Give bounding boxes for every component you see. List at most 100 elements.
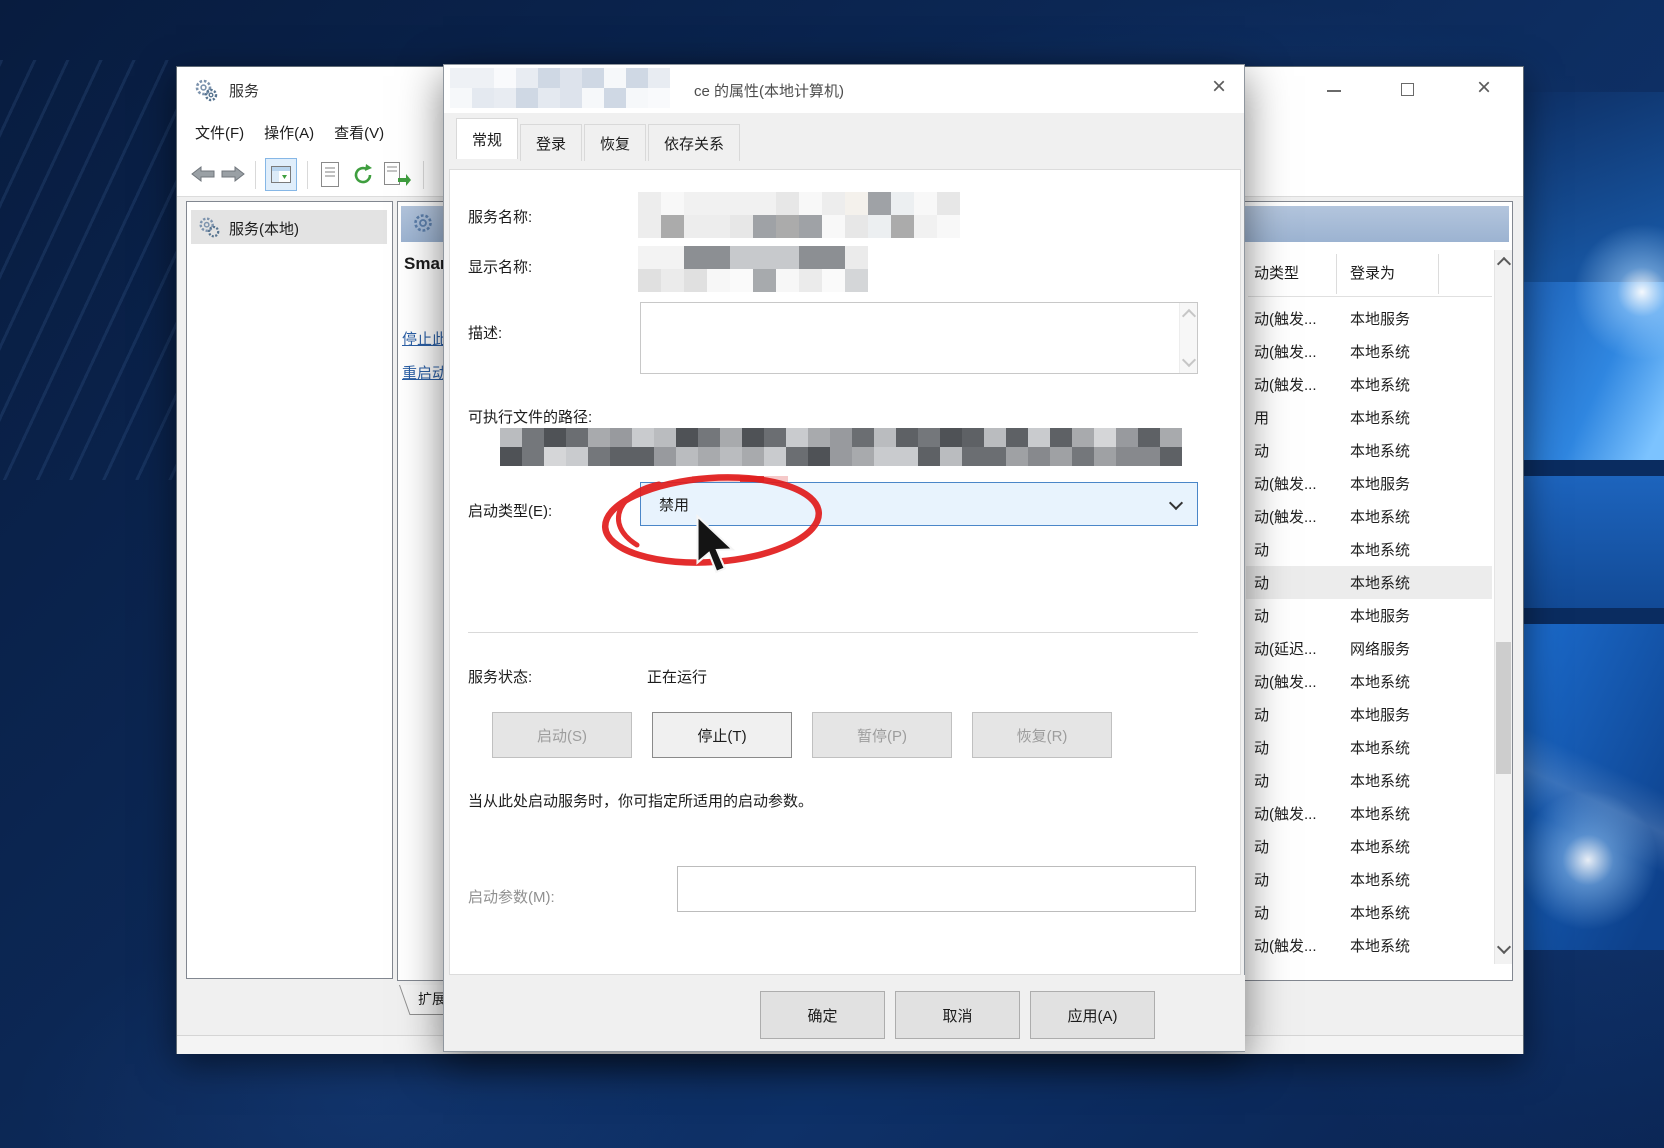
censored-pixel [940, 428, 962, 447]
dialog-close-button[interactable]: × [1194, 65, 1244, 113]
textarea-scrollbar[interactable] [1179, 303, 1197, 373]
censored-pixel [450, 68, 472, 88]
censored-pixel [776, 215, 799, 238]
properties-doc-icon[interactable] [319, 162, 341, 188]
service-button-1[interactable]: 停止(T) [652, 712, 792, 758]
censored-pixel [776, 246, 799, 269]
row-log-on-as: 本地服务 [1350, 704, 1410, 725]
dialog-tab-3[interactable]: 依存关系 [648, 124, 740, 161]
row-log-on-as: 本地系统 [1350, 671, 1410, 692]
dialog-titlebar[interactable]: ce 的属性(本地计算机) × [444, 65, 1244, 113]
minimize-button[interactable] [1299, 67, 1369, 113]
scroll-up-icon[interactable] [1182, 309, 1196, 323]
service-button-2[interactable]: 暂停(P) [812, 712, 952, 758]
menu-item-0[interactable]: 文件(F) [185, 113, 254, 152]
censored-pixel [516, 68, 538, 88]
scroll-down-icon[interactable] [1182, 353, 1196, 367]
forward-icon[interactable] [221, 165, 245, 183]
censored-pixel [776, 192, 799, 215]
column-header-startup-type[interactable]: 动类型 [1254, 262, 1299, 283]
censored-pixel [522, 447, 544, 466]
menu-item-1[interactable]: 操作(A) [254, 113, 324, 152]
row-log-on-as: 本地系统 [1350, 374, 1410, 395]
censored-pixel [1160, 447, 1182, 466]
row-startup-type: 动 [1254, 737, 1269, 758]
censored-pixel [500, 428, 522, 447]
scroll-up-icon[interactable] [1497, 257, 1511, 271]
row-startup-type: 动 [1254, 902, 1269, 923]
censored-pixel [1094, 428, 1116, 447]
list-scrollbar[interactable] [1494, 250, 1512, 964]
service-button-0[interactable]: 启动(S) [492, 712, 632, 758]
footer-button-0[interactable]: 确定 [760, 991, 885, 1039]
row-startup-type: 动(触发... [1254, 671, 1317, 692]
footer-button-2[interactable]: 应用(A) [1030, 991, 1155, 1039]
censored-pixel [822, 192, 845, 215]
censored-pixel [698, 428, 720, 447]
scroll-down-icon[interactable] [1497, 940, 1511, 954]
export-list-icon[interactable] [383, 162, 411, 188]
startup-params-input[interactable] [677, 866, 1196, 912]
console-tree-icon [271, 166, 291, 183]
scrollbar-thumb[interactable] [1496, 642, 1511, 774]
service-name-label: 服务名称: [468, 206, 532, 227]
tree-item-services-local[interactable]: 服务(本地) [191, 210, 387, 244]
column-separator[interactable] [1336, 254, 1337, 294]
censored-pixel [1050, 428, 1072, 447]
display-name-label: 显示名称: [468, 256, 532, 277]
glass-gap-1 [1524, 460, 1664, 476]
startup-params-hint: 当从此处启动服务时，你可指定所适用的启动参数。 [468, 790, 813, 811]
menu-item-2[interactable]: 查看(V) [324, 113, 394, 152]
toolbar-separator [307, 161, 308, 189]
glass-gap-2 [1524, 608, 1664, 624]
show-console-tree-button[interactable] [265, 158, 297, 191]
censored-pixel [1116, 447, 1138, 466]
section-separator [468, 632, 1198, 633]
censored-pixel [874, 447, 896, 466]
censored-pixel [742, 428, 764, 447]
screenshot-stage: 服务 × 文件(F)操作(A)查看(V) [0, 0, 1664, 1148]
service-button-3[interactable]: 恢复(R) [972, 712, 1112, 758]
column-separator[interactable] [1438, 254, 1439, 294]
censored-pixel [764, 428, 786, 447]
censored-pixel [730, 269, 753, 292]
row-log-on-as: 本地服务 [1350, 605, 1410, 626]
censored-pixel [730, 246, 753, 269]
row-startup-type: 动 [1254, 770, 1269, 791]
refresh-icon[interactable] [351, 163, 375, 187]
maximize-button[interactable] [1373, 67, 1443, 113]
censored-pixel [799, 246, 822, 269]
censored-pixel [1028, 428, 1050, 447]
footer-button-1[interactable]: 取消 [895, 991, 1020, 1039]
row-log-on-as: 本地系统 [1350, 506, 1410, 527]
row-startup-type: 动 [1254, 605, 1269, 626]
toolbar-separator [255, 161, 256, 189]
censored-pixel [799, 192, 822, 215]
dialog-tab-1[interactable]: 登录 [520, 124, 582, 161]
censored-pixel [626, 88, 648, 108]
close-button[interactable]: × [1449, 67, 1519, 113]
censored-pixel [684, 269, 707, 292]
censored-pixel [638, 192, 661, 215]
dropdown-chevron-icon[interactable] [1169, 496, 1183, 510]
censored-pixel [676, 428, 698, 447]
row-log-on-as: 本地系统 [1350, 935, 1410, 956]
censored-pixel [648, 88, 670, 108]
description-textarea[interactable] [640, 302, 1198, 374]
row-startup-type: 用 [1254, 407, 1269, 428]
censored-pixel [940, 447, 962, 466]
censored-pixel [582, 88, 604, 108]
row-startup-type: 动(触发... [1254, 803, 1317, 824]
censored-pixel [1072, 428, 1094, 447]
mouse-cursor [692, 514, 742, 580]
column-header-log-on-as[interactable]: 登录为 [1350, 262, 1395, 283]
row-log-on-as: 本地系统 [1350, 539, 1410, 560]
censored-pixel [707, 269, 730, 292]
censored-pixel [1160, 428, 1182, 447]
dialog-tab-0[interactable]: 常规 [456, 118, 518, 159]
dialog-footer: 确定取消应用(A) [445, 975, 1245, 1051]
back-icon[interactable] [191, 165, 215, 183]
dialog-tab-2[interactable]: 恢复 [584, 124, 646, 161]
censored-pixel [868, 192, 891, 215]
censored-pixel [845, 192, 868, 215]
